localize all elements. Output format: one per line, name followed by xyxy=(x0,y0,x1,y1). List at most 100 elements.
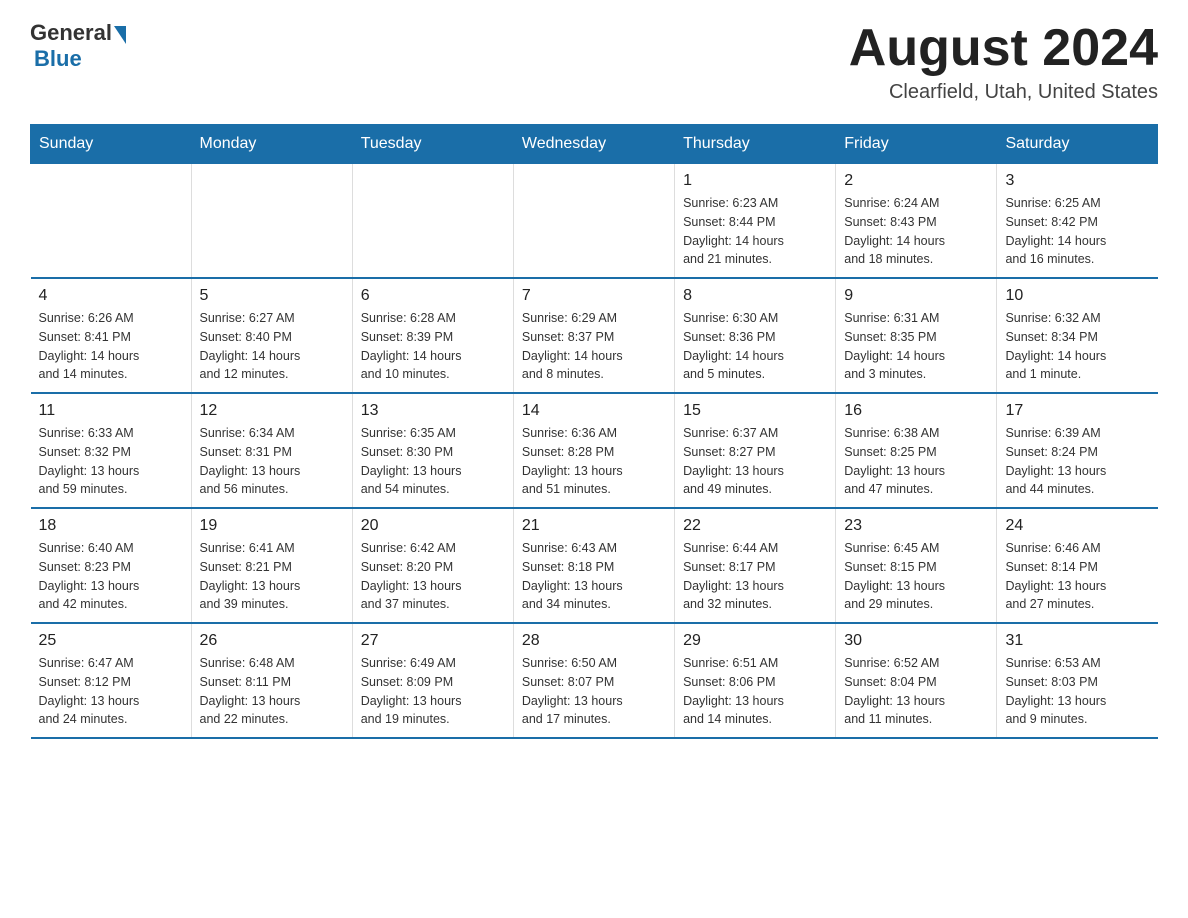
day-info: Sunrise: 6:38 AM Sunset: 8:25 PM Dayligh… xyxy=(844,424,988,499)
calendar-cell: 6 Sunrise: 6:28 AM Sunset: 8:39 PM Daylig… xyxy=(352,278,513,393)
calendar-week-row: 11Sunrise: 6:33 AM Sunset: 8:32 PM Dayli… xyxy=(31,393,1158,508)
month-year-title: August 2024 xyxy=(849,20,1158,77)
calendar-cell: 8 Sunrise: 6:30 AM Sunset: 8:36 PM Daylig… xyxy=(675,278,836,393)
logo-text-blue: Blue xyxy=(34,46,82,72)
day-number: 28 xyxy=(522,632,666,650)
day-info: Sunrise: 6:29 AM Sunset: 8:37 PM Dayligh… xyxy=(522,309,666,384)
day-number: 21 xyxy=(522,517,666,535)
header-wednesday: Wednesday xyxy=(513,125,674,164)
day-number: 19 xyxy=(200,517,344,535)
calendar-cell: 11Sunrise: 6:33 AM Sunset: 8:32 PM Dayli… xyxy=(31,393,192,508)
day-info: Sunrise: 6:28 AM Sunset: 8:39 PM Dayligh… xyxy=(361,309,505,384)
calendar-cell: 10 Sunrise: 6:32 AM Sunset: 8:34 PM Dayli… xyxy=(997,278,1158,393)
day-number: 12 xyxy=(200,402,344,420)
day-number: 26 xyxy=(200,632,344,650)
day-info: Sunrise: 6:47 AM Sunset: 8:12 PM Dayligh… xyxy=(39,654,183,729)
calendar-cell: 7 Sunrise: 6:29 AM Sunset: 8:37 PM Daylig… xyxy=(513,278,674,393)
day-info: Sunrise: 6:40 AM Sunset: 8:23 PM Dayligh… xyxy=(39,539,183,614)
calendar-cell xyxy=(352,164,513,279)
calendar-cell: 2Sunrise: 6:24 AM Sunset: 8:43 PM Daylig… xyxy=(836,164,997,279)
header-monday: Monday xyxy=(191,125,352,164)
calendar-cell: 25 Sunrise: 6:47 AM Sunset: 8:12 PM Dayli… xyxy=(31,623,192,738)
calendar-cell: 21 Sunrise: 6:43 AM Sunset: 8:18 PM Dayli… xyxy=(513,508,674,623)
day-number: 29 xyxy=(683,632,827,650)
day-number: 24 xyxy=(1005,517,1149,535)
day-number: 3 xyxy=(1005,172,1149,190)
day-info: Sunrise: 6:26 AM Sunset: 8:41 PM Dayligh… xyxy=(39,309,183,384)
calendar-week-row: 18 Sunrise: 6:40 AM Sunset: 8:23 PM Dayli… xyxy=(31,508,1158,623)
day-number: 5 xyxy=(200,287,344,305)
calendar-cell: 19 Sunrise: 6:41 AM Sunset: 8:21 PM Dayli… xyxy=(191,508,352,623)
calendar-cell: 29 Sunrise: 6:51 AM Sunset: 8:06 PM Dayli… xyxy=(675,623,836,738)
calendar-cell: 1 Sunrise: 6:23 AM Sunset: 8:44 PM Daylig… xyxy=(675,164,836,279)
calendar-cell xyxy=(31,164,192,279)
header-tuesday: Tuesday xyxy=(352,125,513,164)
day-number: 8 xyxy=(683,287,827,305)
calendar-cell: 4 Sunrise: 6:26 AM Sunset: 8:41 PM Daylig… xyxy=(31,278,192,393)
calendar-cell: 24 Sunrise: 6:46 AM Sunset: 8:14 PM Dayli… xyxy=(997,508,1158,623)
day-number: 22 xyxy=(683,517,827,535)
day-number: 20 xyxy=(361,517,505,535)
day-info: Sunrise: 6:35 AM Sunset: 8:30 PM Dayligh… xyxy=(361,424,505,499)
calendar-table: SundayMondayTuesdayWednesdayThursdayFrid… xyxy=(30,124,1158,739)
day-info: Sunrise: 6:32 AM Sunset: 8:34 PM Dayligh… xyxy=(1005,309,1149,384)
calendar-cell: 26Sunrise: 6:48 AM Sunset: 8:11 PM Dayli… xyxy=(191,623,352,738)
header-saturday: Saturday xyxy=(997,125,1158,164)
header-thursday: Thursday xyxy=(675,125,836,164)
day-number: 31 xyxy=(1005,632,1149,650)
calendar-week-row: 1 Sunrise: 6:23 AM Sunset: 8:44 PM Daylig… xyxy=(31,164,1158,279)
day-info: Sunrise: 6:23 AM Sunset: 8:44 PM Dayligh… xyxy=(683,194,827,269)
logo-arrow-icon xyxy=(114,26,126,44)
calendar-cell xyxy=(513,164,674,279)
day-info: Sunrise: 6:34 AM Sunset: 8:31 PM Dayligh… xyxy=(200,424,344,499)
day-number: 15 xyxy=(683,402,827,420)
logo-top: General xyxy=(30,20,126,46)
day-info: Sunrise: 6:46 AM Sunset: 8:14 PM Dayligh… xyxy=(1005,539,1149,614)
calendar-cell: 14Sunrise: 6:36 AM Sunset: 8:28 PM Dayli… xyxy=(513,393,674,508)
calendar-cell: 20Sunrise: 6:42 AM Sunset: 8:20 PM Dayli… xyxy=(352,508,513,623)
calendar-cell: 23 Sunrise: 6:45 AM Sunset: 8:15 PM Dayli… xyxy=(836,508,997,623)
day-number: 10 xyxy=(1005,287,1149,305)
day-number: 1 xyxy=(683,172,827,190)
calendar-cell: 12 Sunrise: 6:34 AM Sunset: 8:31 PM Dayli… xyxy=(191,393,352,508)
calendar-cell: 31 Sunrise: 6:53 AM Sunset: 8:03 PM Dayli… xyxy=(997,623,1158,738)
day-number: 6 xyxy=(361,287,505,305)
day-info: Sunrise: 6:49 AM Sunset: 8:09 PM Dayligh… xyxy=(361,654,505,729)
day-info: Sunrise: 6:52 AM Sunset: 8:04 PM Dayligh… xyxy=(844,654,988,729)
day-info: Sunrise: 6:45 AM Sunset: 8:15 PM Dayligh… xyxy=(844,539,988,614)
calendar-cell: 27Sunrise: 6:49 AM Sunset: 8:09 PM Dayli… xyxy=(352,623,513,738)
logo-text-general: General xyxy=(30,20,112,46)
logo: General Blue xyxy=(30,20,126,72)
day-number: 16 xyxy=(844,402,988,420)
calendar-week-row: 4 Sunrise: 6:26 AM Sunset: 8:41 PM Daylig… xyxy=(31,278,1158,393)
day-info: Sunrise: 6:43 AM Sunset: 8:18 PM Dayligh… xyxy=(522,539,666,614)
day-number: 18 xyxy=(39,517,183,535)
header-sunday: Sunday xyxy=(31,125,192,164)
day-info: Sunrise: 6:37 AM Sunset: 8:27 PM Dayligh… xyxy=(683,424,827,499)
day-number: 4 xyxy=(39,287,183,305)
day-number: 7 xyxy=(522,287,666,305)
calendar-cell: 22 Sunrise: 6:44 AM Sunset: 8:17 PM Dayli… xyxy=(675,508,836,623)
day-number: 23 xyxy=(844,517,988,535)
day-info: Sunrise: 6:51 AM Sunset: 8:06 PM Dayligh… xyxy=(683,654,827,729)
calendar-cell: 28Sunrise: 6:50 AM Sunset: 8:07 PM Dayli… xyxy=(513,623,674,738)
title-section: August 2024 Clearfield, Utah, United Sta… xyxy=(849,20,1158,104)
day-number: 30 xyxy=(844,632,988,650)
calendar-header-row: SundayMondayTuesdayWednesdayThursdayFrid… xyxy=(31,125,1158,164)
location-subtitle: Clearfield, Utah, United States xyxy=(849,81,1158,104)
day-number: 17 xyxy=(1005,402,1149,420)
day-number: 9 xyxy=(844,287,988,305)
day-info: Sunrise: 6:44 AM Sunset: 8:17 PM Dayligh… xyxy=(683,539,827,614)
day-info: Sunrise: 6:30 AM Sunset: 8:36 PM Dayligh… xyxy=(683,309,827,384)
calendar-week-row: 25 Sunrise: 6:47 AM Sunset: 8:12 PM Dayli… xyxy=(31,623,1158,738)
day-number: 25 xyxy=(39,632,183,650)
day-info: Sunrise: 6:53 AM Sunset: 8:03 PM Dayligh… xyxy=(1005,654,1149,729)
day-info: Sunrise: 6:39 AM Sunset: 8:24 PM Dayligh… xyxy=(1005,424,1149,499)
day-info: Sunrise: 6:24 AM Sunset: 8:43 PM Dayligh… xyxy=(844,194,988,269)
calendar-cell: 5Sunrise: 6:27 AM Sunset: 8:40 PM Daylig… xyxy=(191,278,352,393)
calendar-cell: 3Sunrise: 6:25 AM Sunset: 8:42 PM Daylig… xyxy=(997,164,1158,279)
day-info: Sunrise: 6:41 AM Sunset: 8:21 PM Dayligh… xyxy=(200,539,344,614)
calendar-cell: 30 Sunrise: 6:52 AM Sunset: 8:04 PM Dayli… xyxy=(836,623,997,738)
header-friday: Friday xyxy=(836,125,997,164)
page-header: General Blue August 2024 Clearfield, Uta… xyxy=(30,20,1158,104)
